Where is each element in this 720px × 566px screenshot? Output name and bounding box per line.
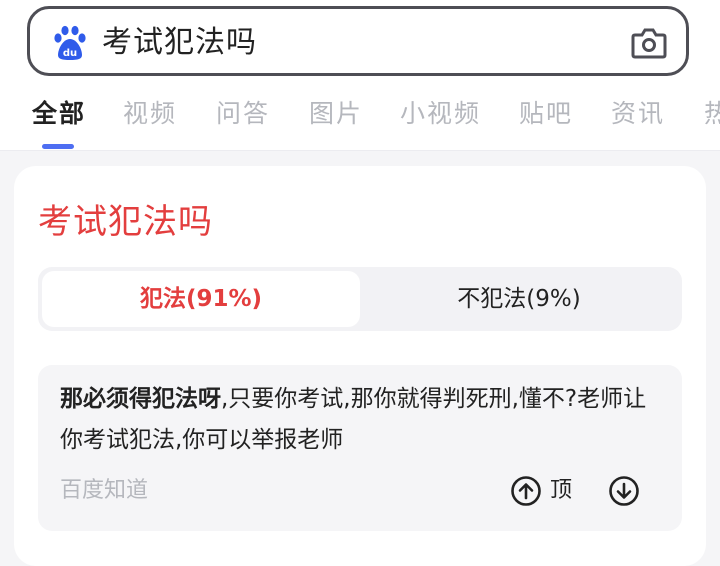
card-title[interactable]: 考试犯法吗 [38, 200, 213, 244]
option-legal[interactable]: 不犯法(9%) [360, 271, 678, 327]
tab-video[interactable]: 视频 [123, 96, 177, 132]
arrow-up-circle-icon[interactable] [510, 475, 542, 507]
vote-options: 犯法(91%) 不犯法(9%) [38, 267, 682, 331]
tab-short-video[interactable]: 小视频 [400, 96, 481, 132]
answer-source[interactable]: 百度知道 [60, 473, 148, 509]
arrow-down-circle-icon[interactable] [608, 475, 640, 507]
tab-tieba[interactable]: 贴吧 [519, 96, 573, 132]
tab-news[interactable]: 资讯 [611, 96, 665, 132]
search-box[interactable]: du 考试犯法吗 [27, 6, 689, 76]
active-tab-indicator [42, 144, 74, 149]
answer-bold-text: 那必须得犯法呀 [60, 386, 221, 412]
search-input[interactable]: 考试犯法吗 [102, 23, 257, 63]
answer-snippet[interactable]: 那必须得犯法呀,只要你考试,那你就得判死刑,懂不?老师让你考试犯法,你可以举报老… [38, 365, 682, 531]
option-illegal[interactable]: 犯法(91%) [42, 271, 360, 327]
baidu-paw-logo-icon: du [54, 25, 86, 60]
svg-text:du: du [63, 48, 77, 59]
search-header: du 考试犯法吗 全部 视频 问答 图片 小视频 贴吧 资讯 热 [0, 0, 720, 151]
tab-qa[interactable]: 问答 [216, 96, 270, 132]
camera-icon[interactable] [630, 25, 668, 61]
tab-all[interactable]: 全部 [32, 96, 86, 132]
answer-text: 那必须得犯法呀,只要你考试,那你就得判死刑,懂不?老师让你考试犯法,你可以举报老… [60, 379, 660, 461]
tab-images[interactable]: 图片 [309, 96, 363, 132]
answer-card: 考试犯法吗 犯法(91%) 不犯法(9%) 那必须得犯法呀,只要你考试,那你就得… [14, 166, 706, 566]
tab-bar: 全部 视频 问答 图片 小视频 贴吧 资讯 热 [0, 96, 720, 136]
upvote-label[interactable]: 顶 [550, 473, 572, 509]
tab-hot[interactable]: 热 [704, 96, 720, 132]
